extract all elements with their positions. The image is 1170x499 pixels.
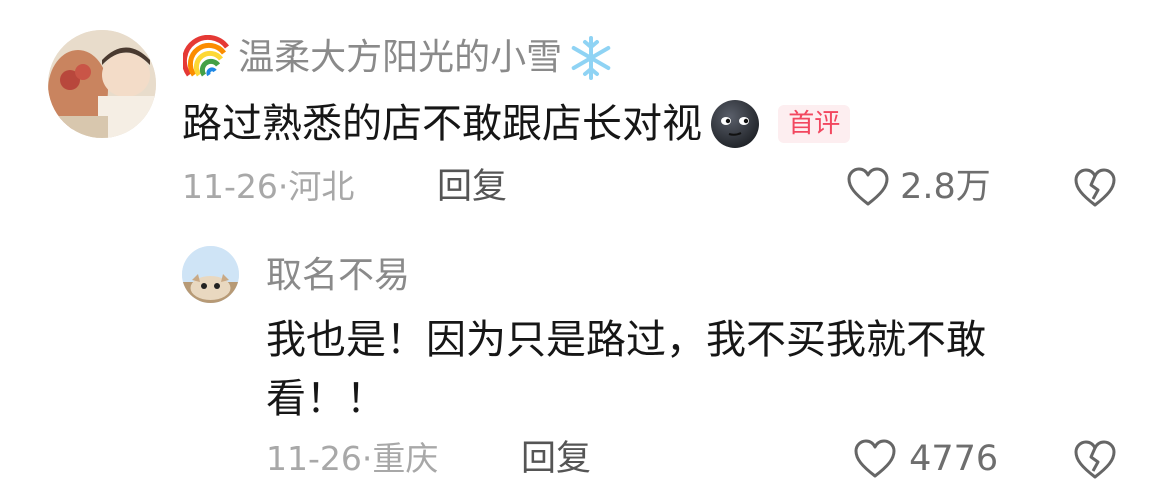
like-count: 4776 bbox=[909, 439, 999, 479]
reply-button[interactable]: 回复 bbox=[437, 165, 507, 209]
user-avatar[interactable] bbox=[48, 30, 156, 138]
first-comment-badge: 首评 bbox=[778, 105, 851, 143]
like-button[interactable]: 2.8万 bbox=[845, 165, 991, 209]
heart-icon bbox=[854, 439, 896, 478]
comment-date: 11-26· bbox=[182, 167, 289, 206]
new-moon-face-icon bbox=[711, 100, 760, 148]
like-count: 2.8万 bbox=[900, 167, 991, 207]
broken-heart-icon[interactable] bbox=[1072, 167, 1118, 209]
heart-icon bbox=[847, 167, 889, 206]
user-avatar[interactable] bbox=[182, 246, 239, 303]
username[interactable]: 取名不易 bbox=[266, 254, 410, 298]
comment-date: 11-26· bbox=[266, 439, 373, 478]
comment-text: 路过熟悉的店不敢跟店长对视 bbox=[182, 101, 702, 147]
broken-heart-icon[interactable] bbox=[1072, 439, 1118, 481]
like-button[interactable]: 4776 bbox=[852, 437, 998, 481]
rainbow-icon bbox=[183, 35, 230, 77]
comment-location: 河北 bbox=[288, 167, 355, 206]
comment-text-line-1: 我也是！因为只是路过，我不买我就不敢 bbox=[266, 317, 986, 363]
username[interactable]: 温柔大方阳光的小雪 bbox=[238, 36, 562, 80]
comment-location: 重庆 bbox=[372, 439, 439, 478]
comment-text-line-2: 看！！ bbox=[266, 376, 386, 422]
snowflake-icon bbox=[571, 36, 611, 80]
reply-button[interactable]: 回复 bbox=[521, 437, 591, 481]
